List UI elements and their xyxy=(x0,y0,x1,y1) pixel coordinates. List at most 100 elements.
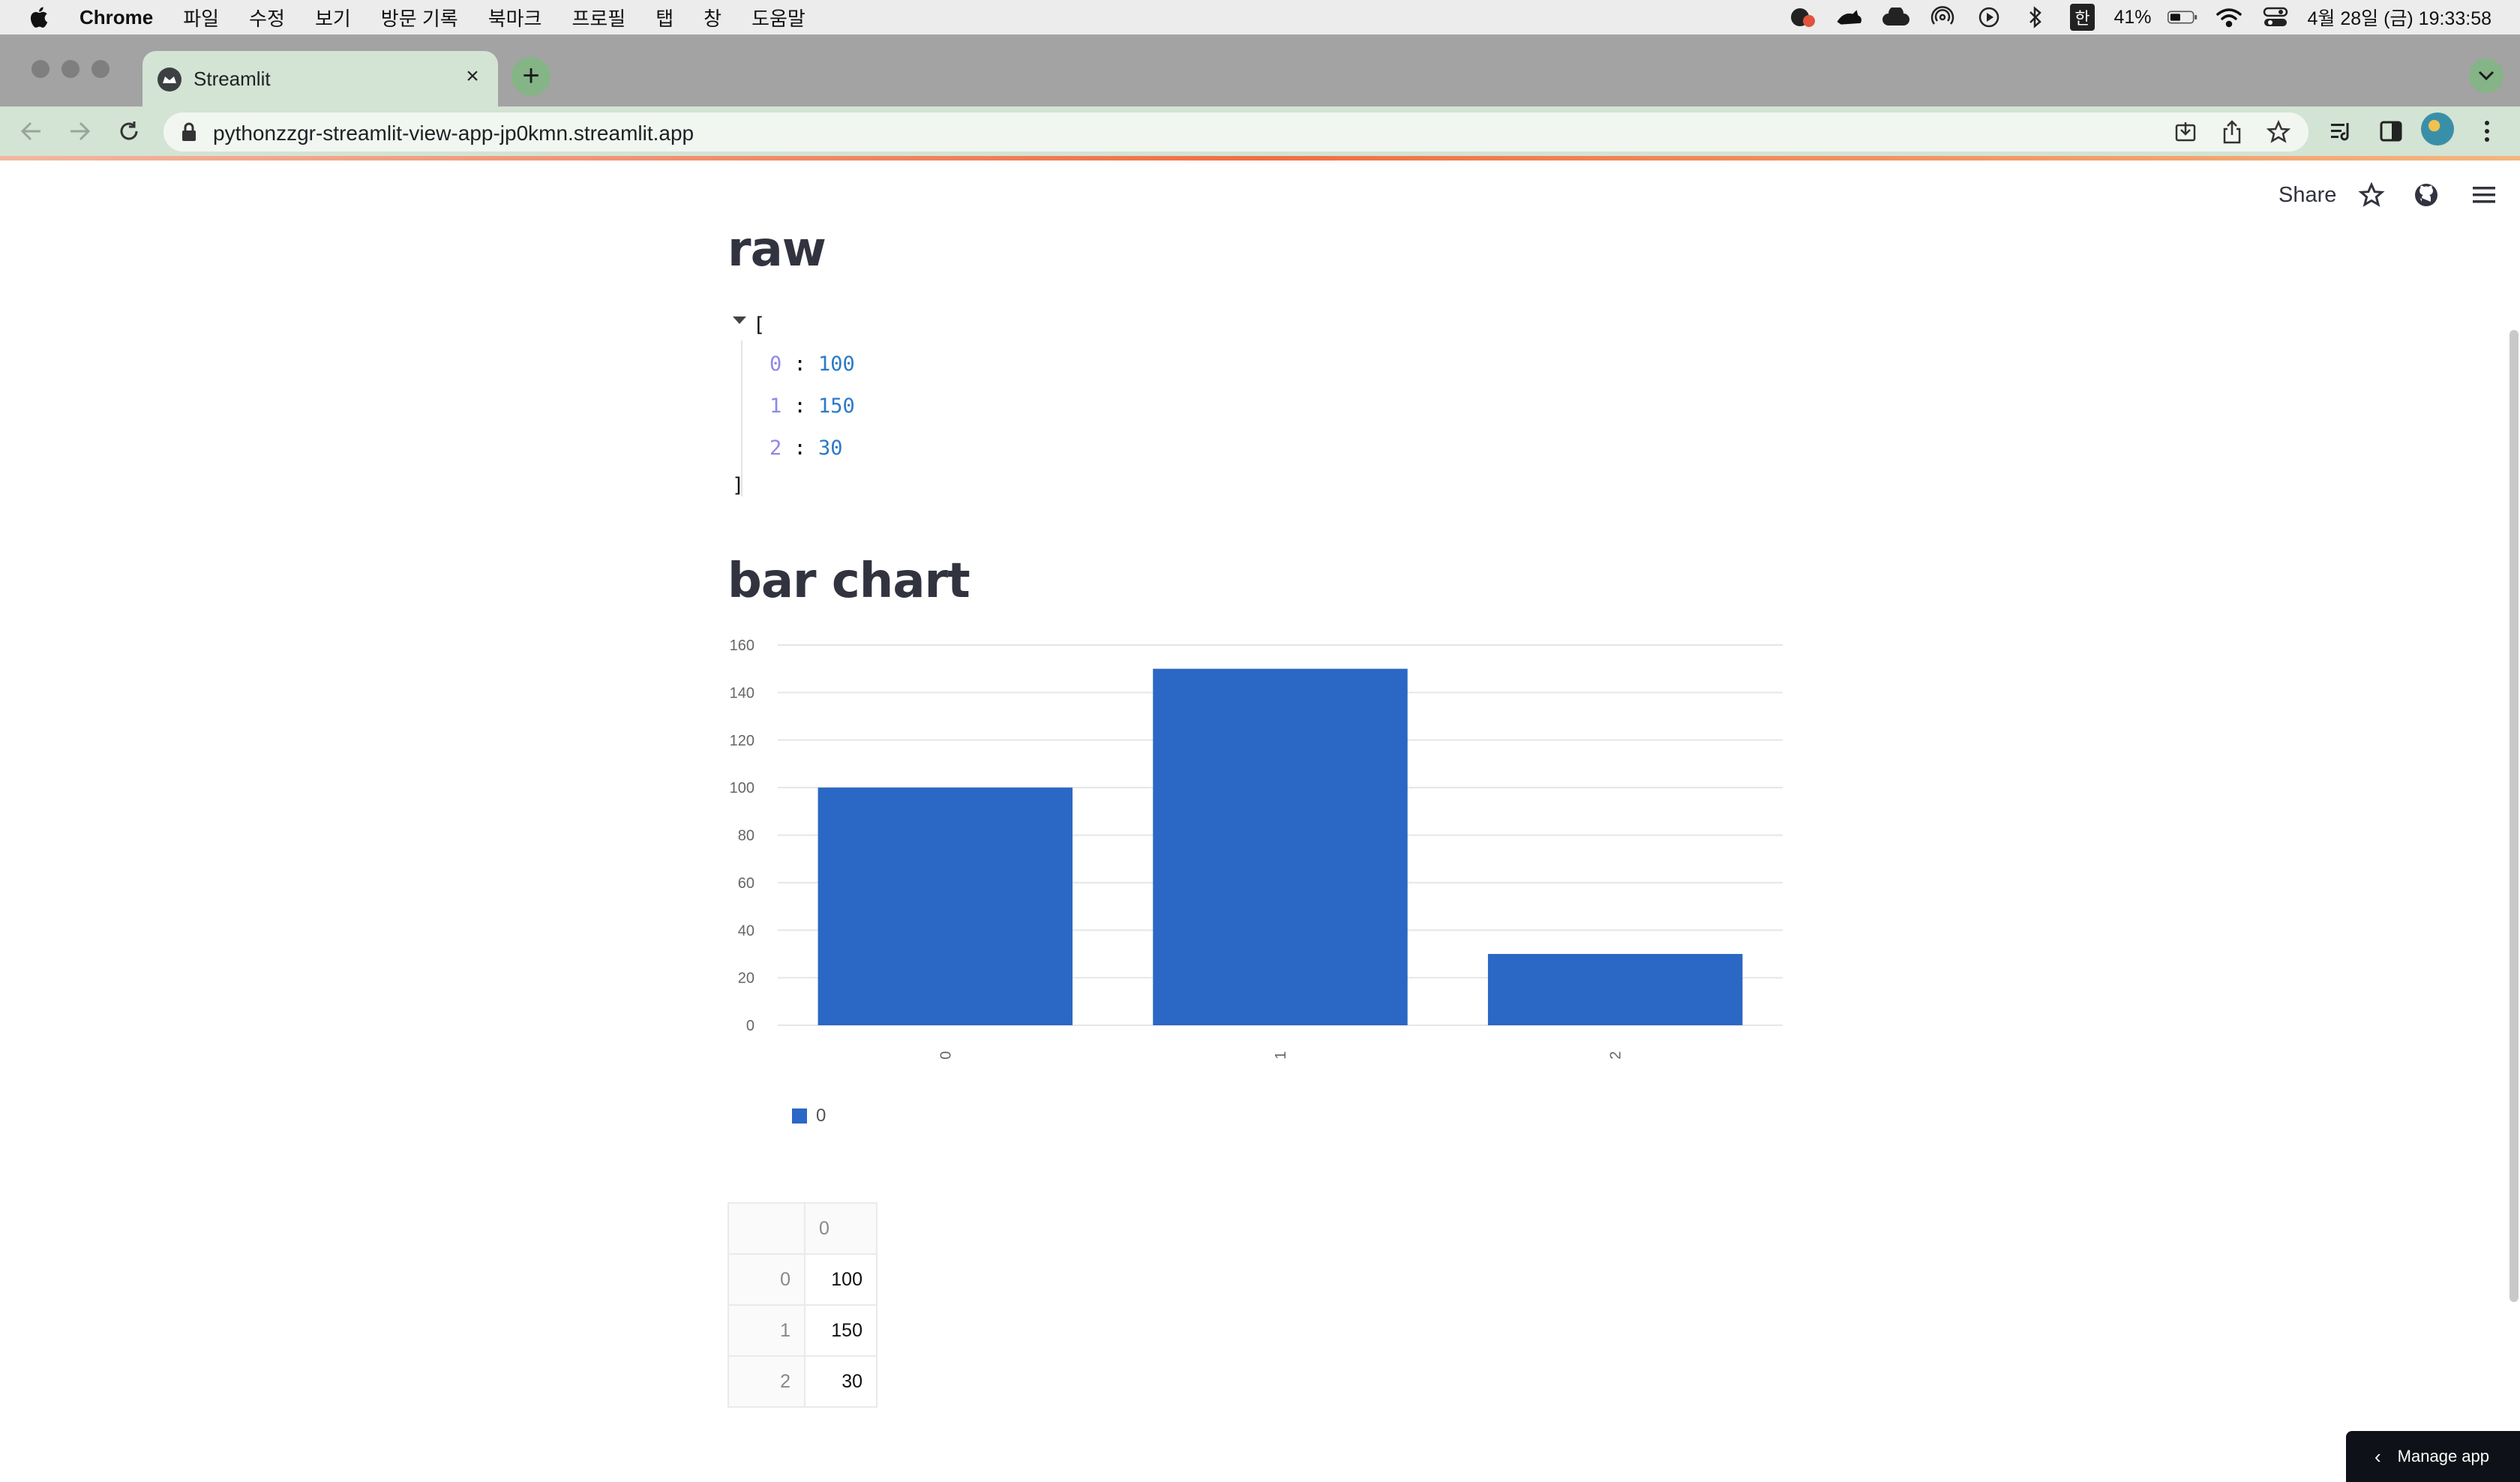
star-outline-icon xyxy=(2266,120,2290,143)
address-bar[interactable]: pythonzzgr-streamlit-view-app-jp0kmn.str… xyxy=(164,112,2308,152)
json-item: 0 : 100 xyxy=(770,352,855,376)
menu-view[interactable]: 보기 xyxy=(315,4,351,32)
table-corner-cell xyxy=(728,1202,806,1255)
bookmark-button[interactable] xyxy=(2264,117,2294,147)
install-app-button[interactable] xyxy=(2170,117,2200,147)
menu-window[interactable]: 창 xyxy=(704,4,722,32)
tab-close-icon[interactable]: × xyxy=(459,63,486,90)
play-icon[interactable] xyxy=(1974,6,2004,28)
menu-file[interactable]: 파일 xyxy=(183,4,219,32)
hamburger-menu-icon xyxy=(2473,187,2495,203)
column-header[interactable]: 0 xyxy=(804,1202,878,1255)
share-page-button[interactable] xyxy=(2217,117,2247,147)
manage-app-button[interactable]: ‹ Manage app xyxy=(2346,1431,2520,1482)
notification-app-icon[interactable] xyxy=(1788,6,1818,28)
reading-list-button[interactable] xyxy=(2324,113,2360,149)
profile-avatar[interactable] xyxy=(2421,112,2454,146)
tab-search-button[interactable] xyxy=(2469,58,2504,93)
browser-tab-strip: Streamlit × + xyxy=(0,34,2520,106)
input-method-icon[interactable]: 한 xyxy=(2067,4,2097,31)
y-tick-label: 0 xyxy=(746,1018,754,1034)
x-tick-label: 2 xyxy=(1608,1051,1624,1059)
reading-list-icon xyxy=(2331,123,2349,141)
arrow-right-icon xyxy=(70,122,91,141)
streamlit-header: Share xyxy=(0,160,2520,228)
y-tick-label: 120 xyxy=(730,733,754,749)
menu-tab[interactable]: 탭 xyxy=(656,4,674,32)
chart-x-axis: 0 1 2 xyxy=(938,1051,1624,1059)
manage-app-label: Manage app xyxy=(2397,1447,2489,1466)
side-panel-icon xyxy=(2380,121,2402,142)
table-row[interactable]: 1 150 xyxy=(728,1304,878,1357)
back-button[interactable] xyxy=(14,113,50,149)
cloud-icon[interactable] xyxy=(1881,6,1911,28)
row-index: 0 xyxy=(728,1253,806,1306)
json-item: 1 : 150 xyxy=(770,394,855,418)
bar xyxy=(1153,668,1408,1025)
json-value: 150 xyxy=(818,394,855,418)
chart-y-axis: 0 20 40 60 80 100 120 140 160 xyxy=(730,638,754,1034)
control-center-icon[interactable] xyxy=(2260,6,2290,28)
menu-bookmarks[interactable]: 북마크 xyxy=(488,4,542,32)
bluetooth-icon[interactable] xyxy=(2020,6,2050,28)
window-zoom-button[interactable] xyxy=(92,60,110,78)
window-close-button[interactable] xyxy=(32,60,50,78)
chrome-menu-button[interactable] xyxy=(2469,113,2505,149)
raw-heading: raw xyxy=(728,222,826,278)
menu-app-name[interactable]: Chrome xyxy=(80,6,153,29)
apple-logo-icon[interactable] xyxy=(27,5,50,29)
forward-button[interactable] xyxy=(62,113,98,149)
json-close-bracket: ] xyxy=(732,474,745,497)
lock-icon[interactable] xyxy=(180,122,198,142)
macos-menu-bar: Chrome 파일 수정 보기 방문 기록 북마크 프로필 탭 창 도움말 한 … xyxy=(0,0,2520,34)
table-row[interactable]: 0 100 xyxy=(728,1253,878,1306)
new-tab-button[interactable]: + xyxy=(512,57,550,96)
github-icon xyxy=(2415,184,2438,206)
collapse-triangle-icon[interactable] xyxy=(732,315,747,326)
row-index: 1 xyxy=(728,1304,806,1357)
menu-history[interactable]: 방문 기록 xyxy=(381,4,458,32)
json-item: 2 : 30 xyxy=(770,436,843,460)
status-area: 한 41% 4월 28일 (금) 19:33:58 xyxy=(1772,0,2492,34)
battery-percent: 41% xyxy=(2114,6,2152,28)
chevron-down-icon xyxy=(2478,70,2494,81)
favorite-button[interactable] xyxy=(2356,180,2386,210)
window-minimize-button[interactable] xyxy=(62,60,80,78)
json-value: 30 xyxy=(818,436,843,460)
chart-legend[interactable]: 0 xyxy=(792,1106,826,1126)
wifi-icon[interactable] xyxy=(2214,6,2244,28)
reload-button[interactable] xyxy=(111,113,147,149)
browser-tab[interactable]: Streamlit × xyxy=(142,51,498,106)
side-panel-button[interactable] xyxy=(2373,113,2409,149)
battery-icon[interactable] xyxy=(2168,6,2198,28)
table-cell[interactable]: 150 xyxy=(804,1304,878,1357)
menu-edit[interactable]: 수정 xyxy=(249,4,285,32)
y-tick-label: 160 xyxy=(730,638,754,654)
chart-bars xyxy=(818,668,1743,1025)
clock[interactable]: 4월 28일 (금) 19:33:58 xyxy=(2307,4,2492,31)
cat-app-icon[interactable] xyxy=(1834,6,1864,28)
table-cell[interactable]: 100 xyxy=(804,1253,878,1306)
dataframe-table[interactable]: 0 0 100 1 150 2 30 xyxy=(728,1202,878,1408)
bar xyxy=(818,788,1073,1025)
table-cell[interactable]: 30 xyxy=(804,1355,878,1408)
bar-chart: 0 20 40 60 80 100 120 140 160 0 1 2 xyxy=(730,638,1783,1060)
share-icon xyxy=(2223,120,2241,144)
json-key: 0 xyxy=(770,352,782,376)
menu-help[interactable]: 도움말 xyxy=(752,4,806,32)
json-key: 1 xyxy=(770,394,782,418)
json-open-bracket: [ xyxy=(753,314,766,337)
main-menu-button[interactable] xyxy=(2469,180,2499,210)
table-row[interactable]: 2 30 xyxy=(728,1355,878,1408)
y-tick-label: 20 xyxy=(738,970,754,987)
share-button[interactable]: Share xyxy=(2278,183,2336,208)
github-button[interactable] xyxy=(2411,180,2441,210)
airdrop-icon[interactable] xyxy=(1928,6,1958,28)
streamlit-favicon-icon xyxy=(158,68,182,92)
y-tick-label: 140 xyxy=(730,685,754,701)
tab-title: Streamlit xyxy=(194,68,271,90)
json-key: 2 xyxy=(770,436,782,460)
page-scrollbar[interactable] xyxy=(2510,330,2518,1302)
legend-label: 0 xyxy=(816,1106,826,1126)
menu-profile[interactable]: 프로필 xyxy=(572,4,626,32)
